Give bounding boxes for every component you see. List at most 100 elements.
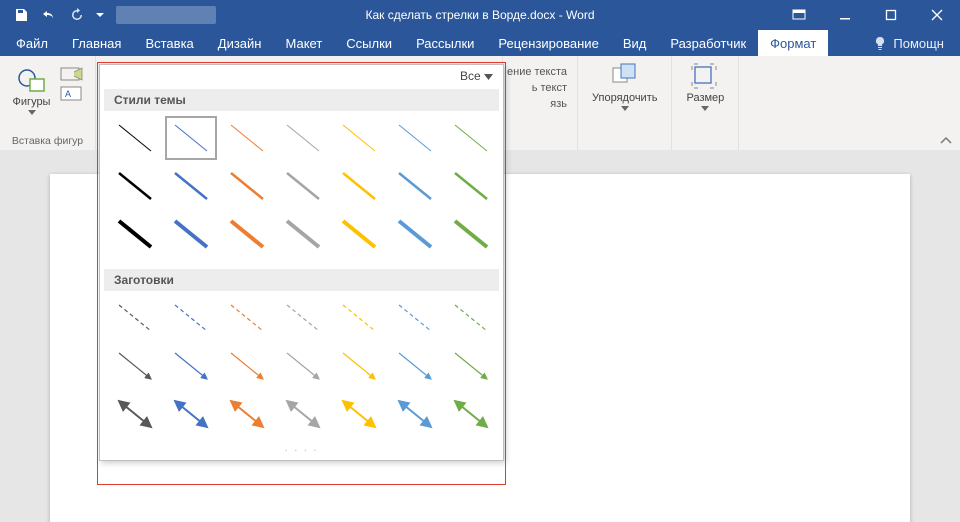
theme-style-swatch[interactable]	[222, 213, 272, 255]
theme-style-swatch[interactable]	[390, 117, 440, 159]
preset-style-swatch[interactable]	[278, 393, 328, 435]
ribbon-tabs: Файл Главная Вставка Дизайн Макет Ссылки…	[0, 30, 960, 56]
preset-style-swatch[interactable]	[166, 393, 216, 435]
tab-view[interactable]: Вид	[611, 30, 659, 56]
preset-style-swatch[interactable]	[446, 393, 496, 435]
tab-format[interactable]: Формат	[758, 30, 828, 56]
tab-design[interactable]: Дизайн	[206, 30, 274, 56]
title-bar: Как сделать стрелки в Ворде.docx - Word	[0, 0, 960, 30]
tab-layout[interactable]: Макет	[273, 30, 334, 56]
text-link-partial[interactable]: язь	[550, 98, 567, 110]
chevron-down-icon	[484, 74, 493, 80]
preset-style-swatch[interactable]	[334, 297, 384, 339]
preset-style-swatch[interactable]	[166, 297, 216, 339]
gallery-resize-handle[interactable]: ∙ ∙ ∙ ∙	[100, 443, 503, 460]
theme-styles-grid	[100, 117, 503, 263]
chevron-down-icon	[28, 110, 36, 115]
preset-styles-grid	[100, 297, 503, 443]
size-icon	[690, 62, 720, 90]
quick-access-toolbar	[0, 4, 116, 26]
tab-mailings[interactable]: Рассылки	[404, 30, 486, 56]
preset-style-swatch[interactable]	[110, 345, 160, 387]
chevron-down-icon	[701, 106, 709, 111]
arrange-icon	[610, 62, 640, 90]
theme-style-swatch[interactable]	[110, 165, 160, 207]
edit-shape-icon[interactable]	[60, 66, 86, 82]
gallery-all-label: Все	[460, 69, 481, 83]
redo-icon[interactable]	[66, 4, 88, 26]
tell-me-label: Помощн	[893, 36, 944, 51]
close-icon[interactable]	[914, 0, 960, 30]
qat-dropdown-icon[interactable]	[94, 4, 106, 26]
preset-style-swatch[interactable]	[110, 393, 160, 435]
tab-home[interactable]: Главная	[60, 30, 133, 56]
group-label-insert-shapes: Вставка фигур	[12, 133, 83, 150]
tell-me-search[interactable]: Помощн	[861, 30, 956, 56]
shapes-button[interactable]: Фигуры	[9, 64, 55, 117]
group-arrange: Упорядочить	[578, 56, 672, 150]
theme-style-swatch[interactable]	[390, 213, 440, 255]
preset-style-swatch[interactable]	[166, 345, 216, 387]
theme-style-swatch[interactable]	[222, 165, 272, 207]
tab-file[interactable]: Файл	[4, 30, 60, 56]
theme-style-swatch[interactable]	[166, 165, 216, 207]
arrange-label: Упорядочить	[592, 92, 657, 104]
maximize-icon[interactable]	[868, 0, 914, 30]
shapes-label: Фигуры	[13, 96, 51, 108]
gallery-all-dropdown[interactable]: Все	[460, 69, 493, 83]
theme-style-swatch[interactable]	[166, 117, 216, 159]
preset-style-swatch[interactable]	[278, 345, 328, 387]
shapes-icon	[17, 66, 47, 94]
preset-style-swatch[interactable]	[446, 345, 496, 387]
shape-styles-gallery: Все Стили темы Заготовки ∙ ∙ ∙ ∙	[99, 64, 504, 461]
theme-style-swatch[interactable]	[446, 117, 496, 159]
ribbon-display-options-icon[interactable]	[776, 0, 822, 30]
section-theme-styles: Стили темы	[104, 89, 499, 111]
group-insert-shapes: Фигуры A Вставка фигур	[0, 56, 96, 150]
size-label: Размер	[686, 92, 724, 104]
text-box-icon[interactable]: A	[60, 86, 86, 102]
tab-developer[interactable]: Разработчик	[658, 30, 758, 56]
group-size: Размер	[672, 56, 739, 150]
preset-style-swatch[interactable]	[222, 297, 272, 339]
theme-style-swatch[interactable]	[334, 213, 384, 255]
preset-style-swatch[interactable]	[110, 297, 160, 339]
preset-style-swatch[interactable]	[278, 297, 328, 339]
theme-style-swatch[interactable]	[110, 117, 160, 159]
preset-style-swatch[interactable]	[446, 297, 496, 339]
undo-icon[interactable]	[38, 4, 60, 26]
minimize-icon[interactable]	[822, 0, 868, 30]
preset-style-swatch[interactable]	[222, 393, 272, 435]
tab-review[interactable]: Рецензирование	[486, 30, 610, 56]
theme-style-swatch[interactable]	[334, 165, 384, 207]
section-presets: Заготовки	[104, 269, 499, 291]
theme-style-swatch[interactable]	[334, 117, 384, 159]
theme-style-swatch[interactable]	[222, 117, 272, 159]
collapse-ribbon-icon[interactable]	[940, 136, 952, 146]
theme-style-swatch[interactable]	[278, 213, 328, 255]
preset-style-swatch[interactable]	[222, 345, 272, 387]
text-outline-partial[interactable]: ь текст	[532, 82, 567, 94]
save-icon[interactable]	[10, 4, 32, 26]
word-window: Как сделать стрелки в Ворде.docx - Word …	[0, 0, 960, 522]
theme-style-swatch[interactable]	[446, 165, 496, 207]
svg-text:A: A	[65, 89, 71, 99]
theme-style-swatch[interactable]	[446, 213, 496, 255]
preset-style-swatch[interactable]	[390, 393, 440, 435]
user-account[interactable]	[116, 6, 216, 24]
preset-style-swatch[interactable]	[390, 297, 440, 339]
size-button[interactable]: Размер	[682, 60, 728, 113]
chevron-down-icon	[621, 106, 629, 111]
tab-insert[interactable]: Вставка	[133, 30, 205, 56]
preset-style-swatch[interactable]	[334, 345, 384, 387]
theme-style-swatch[interactable]	[278, 165, 328, 207]
theme-style-swatch[interactable]	[110, 213, 160, 255]
arrange-button[interactable]: Упорядочить	[588, 60, 661, 113]
theme-style-swatch[interactable]	[278, 117, 328, 159]
preset-style-swatch[interactable]	[390, 345, 440, 387]
theme-style-swatch[interactable]	[166, 213, 216, 255]
theme-style-swatch[interactable]	[390, 165, 440, 207]
tab-references[interactable]: Ссылки	[334, 30, 404, 56]
text-fill-partial[interactable]: ение текста	[507, 66, 567, 78]
preset-style-swatch[interactable]	[334, 393, 384, 435]
